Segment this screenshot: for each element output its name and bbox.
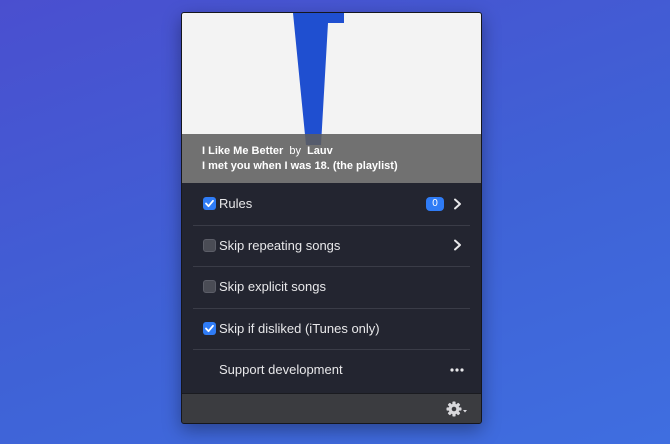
song-title: I Like Me Better	[202, 145, 284, 157]
app-popover: I Like Me Better by Lauv I met you when …	[181, 12, 482, 424]
rules-label: Rules	[219, 196, 253, 212]
skip-repeating-checkbox[interactable]	[203, 238, 216, 252]
skip-disliked-label: Skip if disliked (iTunes only)	[219, 320, 380, 336]
chevron-right-icon[interactable]	[453, 239, 462, 251]
menu-item-support-development[interactable]: Support development	[182, 349, 481, 391]
skip-disliked-checkbox[interactable]	[203, 321, 216, 335]
menu-item-skip-explicit[interactable]: Skip explicit songs	[182, 266, 481, 308]
album-name: I met you when I was 18. (the playlist)	[202, 160, 398, 172]
more-icon[interactable]	[450, 368, 464, 372]
rules-checkbox[interactable]	[203, 197, 216, 211]
popover-footer	[182, 393, 481, 423]
skip-explicit-label: Skip explicit songs	[219, 279, 326, 295]
artist-name: Lauv	[307, 145, 333, 157]
menu-item-rules[interactable]: Rules 0	[182, 183, 481, 225]
gear-icon[interactable]	[446, 401, 468, 417]
checkmark-icon	[205, 200, 214, 208]
now-playing-info: I Like Me Better by Lauv I met you when …	[182, 134, 481, 183]
skip-repeating-label: Skip repeating songs	[219, 237, 341, 253]
checkmark-icon	[205, 324, 214, 332]
chevron-down-icon	[463, 410, 467, 413]
skip-explicit-checkbox[interactable]	[203, 280, 216, 294]
by-label: by	[289, 145, 301, 157]
support-development-label: Support development	[219, 362, 343, 378]
settings-menu: Rules 0 Skip repeating songs Skip explic…	[182, 183, 481, 391]
rules-count-badge: 0	[426, 196, 444, 211]
menu-item-skip-repeating[interactable]: Skip repeating songs	[182, 224, 481, 267]
menu-item-skip-disliked[interactable]: Skip if disliked (iTunes only)	[182, 307, 481, 350]
album-artwork: I Like Me Better by Lauv I met you when …	[182, 13, 481, 183]
chevron-right-icon[interactable]	[453, 198, 462, 210]
